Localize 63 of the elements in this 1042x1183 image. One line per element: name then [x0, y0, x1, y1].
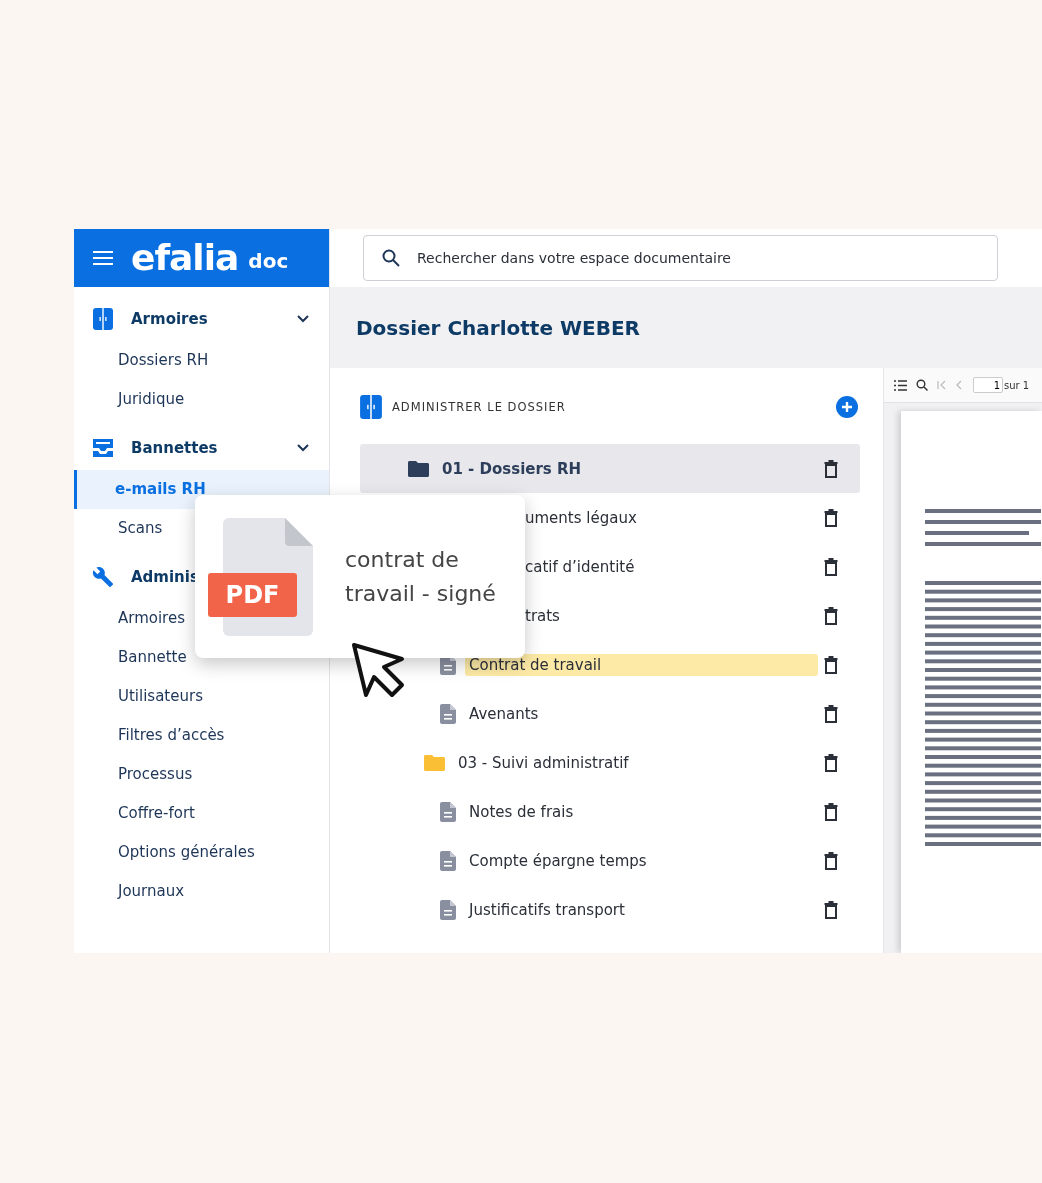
- tree-row[interactable]: Avenants: [360, 689, 860, 738]
- section-heading[interactable]: Adminis: [131, 568, 199, 586]
- section-heading[interactable]: Armoires: [131, 310, 208, 328]
- trash-icon[interactable]: [824, 802, 838, 821]
- tree-label: Contrat de travail: [465, 653, 818, 676]
- tree-label: Justificatifs transport: [467, 899, 626, 921]
- tree-label: 03 - Suivi administratif: [457, 752, 630, 774]
- menu-icon[interactable]: [93, 251, 113, 265]
- sidebar-item[interactable]: Journaux: [74, 872, 329, 911]
- tree-row[interactable]: Notes de frais: [360, 787, 860, 836]
- cabinet-icon: [92, 308, 114, 330]
- wrench-icon: [92, 566, 114, 588]
- search-icon[interactable]: [916, 379, 928, 391]
- file-type-badge: PDF: [208, 572, 297, 617]
- sidebar-item[interactable]: Coffre-fort: [74, 794, 329, 833]
- tree-row[interactable]: uments légaux: [360, 493, 860, 542]
- section-heading: ADMINISTRER LE DOSSIER: [392, 400, 567, 414]
- trash-icon[interactable]: [824, 900, 838, 919]
- tree-row[interactable]: Compte épargne temps: [360, 836, 860, 885]
- search-icon: [382, 249, 400, 267]
- tree-label: catif d’identité: [524, 556, 636, 578]
- page-count: sur 1: [1004, 379, 1030, 391]
- trash-icon[interactable]: [824, 655, 838, 674]
- trash-icon[interactable]: [824, 851, 838, 870]
- trash-icon[interactable]: [824, 704, 838, 723]
- trash-icon[interactable]: [824, 753, 838, 772]
- tree-label: Notes de frais: [468, 801, 575, 823]
- chevron-down-icon[interactable]: [297, 444, 309, 452]
- tree-row[interactable]: Justificatifs transport: [360, 885, 860, 934]
- sidebar-item[interactable]: Processus: [74, 755, 329, 794]
- add-icon[interactable]: [836, 396, 858, 418]
- list-icon[interactable]: [894, 379, 907, 391]
- trash-icon[interactable]: [824, 557, 838, 576]
- page-title: Dossier Charlotte WEBER: [356, 315, 640, 340]
- product-name: doc: [248, 249, 289, 273]
- document-icon: [440, 850, 456, 871]
- trash-icon[interactable]: [824, 459, 838, 478]
- sidebar-item[interactable]: Utilisateurs: [74, 677, 329, 716]
- tree-row[interactable]: 03 - Suivi administratif: [360, 738, 860, 787]
- sidebar-item[interactable]: Options générales: [74, 833, 329, 872]
- search-field[interactable]: Rechercher dans votre espace documentaire: [363, 235, 998, 281]
- tree-label: 01 - Dossiers RH: [441, 458, 583, 480]
- document-icon: [440, 703, 456, 724]
- sidebar-item[interactable]: Juridique: [74, 380, 329, 419]
- tree-label: Avenants: [468, 703, 540, 725]
- file-name: contrat de travail - signé: [345, 545, 497, 608]
- section-heading[interactable]: Bannettes: [131, 439, 218, 457]
- inbox-tray-icon: [92, 438, 114, 458]
- sidebar-item[interactable]: Filtres d’accès: [74, 716, 329, 755]
- tree-row[interactable]: 01 - Dossiers RH: [360, 444, 860, 493]
- cabinet-icon: [360, 395, 382, 419]
- chevron-down-icon[interactable]: [297, 315, 309, 323]
- trash-icon[interactable]: [824, 606, 838, 625]
- document-icon: [440, 801, 456, 822]
- tree-label: Compte épargne temps: [468, 850, 648, 872]
- logo-text: efalia: [131, 240, 239, 276]
- tree-label: trats: [524, 605, 561, 627]
- tree-label: uments légaux: [524, 507, 638, 529]
- page-number-field[interactable]: 1: [973, 377, 1003, 393]
- tree-row[interactable]: Contrat de travail: [360, 640, 860, 689]
- sidebar-item[interactable]: Dossiers RH: [74, 341, 329, 380]
- document-icon: [440, 899, 456, 920]
- trash-icon[interactable]: [824, 508, 838, 527]
